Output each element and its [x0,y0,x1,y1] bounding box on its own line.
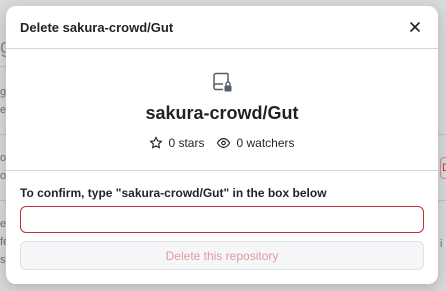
stars-count: 0 stars [168,136,205,150]
delete-repository-button[interactable]: Delete this repository [20,241,424,270]
x-icon [410,22,420,32]
background-text: i [440,238,443,250]
watchers-count: 0 watchers [236,136,295,150]
confirm-label: To confirm, type "sakura-crowd/Gut" in t… [20,186,327,200]
dialog-title: Delete sakura-crowd/Gut [20,19,174,35]
stars-stat: 0 stars [149,136,204,150]
close-button[interactable] [404,16,426,38]
delete-repository-dialog: Delete sakura-crowd/Gut sakura-crowd/Gut… [6,6,438,284]
repo-name: sakura-crowd/Gut [145,103,299,123]
repo-locked-icon [213,72,232,92]
dialog-header: Delete sakura-crowd/Gut [6,6,438,49]
watchers-stat: 0 watchers [216,136,295,150]
eye-icon [217,138,231,148]
confirm-repo-name-input[interactable] [20,206,424,233]
repo-summary: sakura-crowd/Gut 0 stars 0 watchers [6,49,438,171]
confirm-section: To confirm, type "sakura-crowd/Gut" in t… [6,171,438,270]
background-divider [438,134,446,135]
repo-stats: 0 stars 0 watchers [149,136,295,150]
background-danger-button: D [440,157,446,179]
background-divider [438,200,446,201]
star-icon [150,136,163,149]
